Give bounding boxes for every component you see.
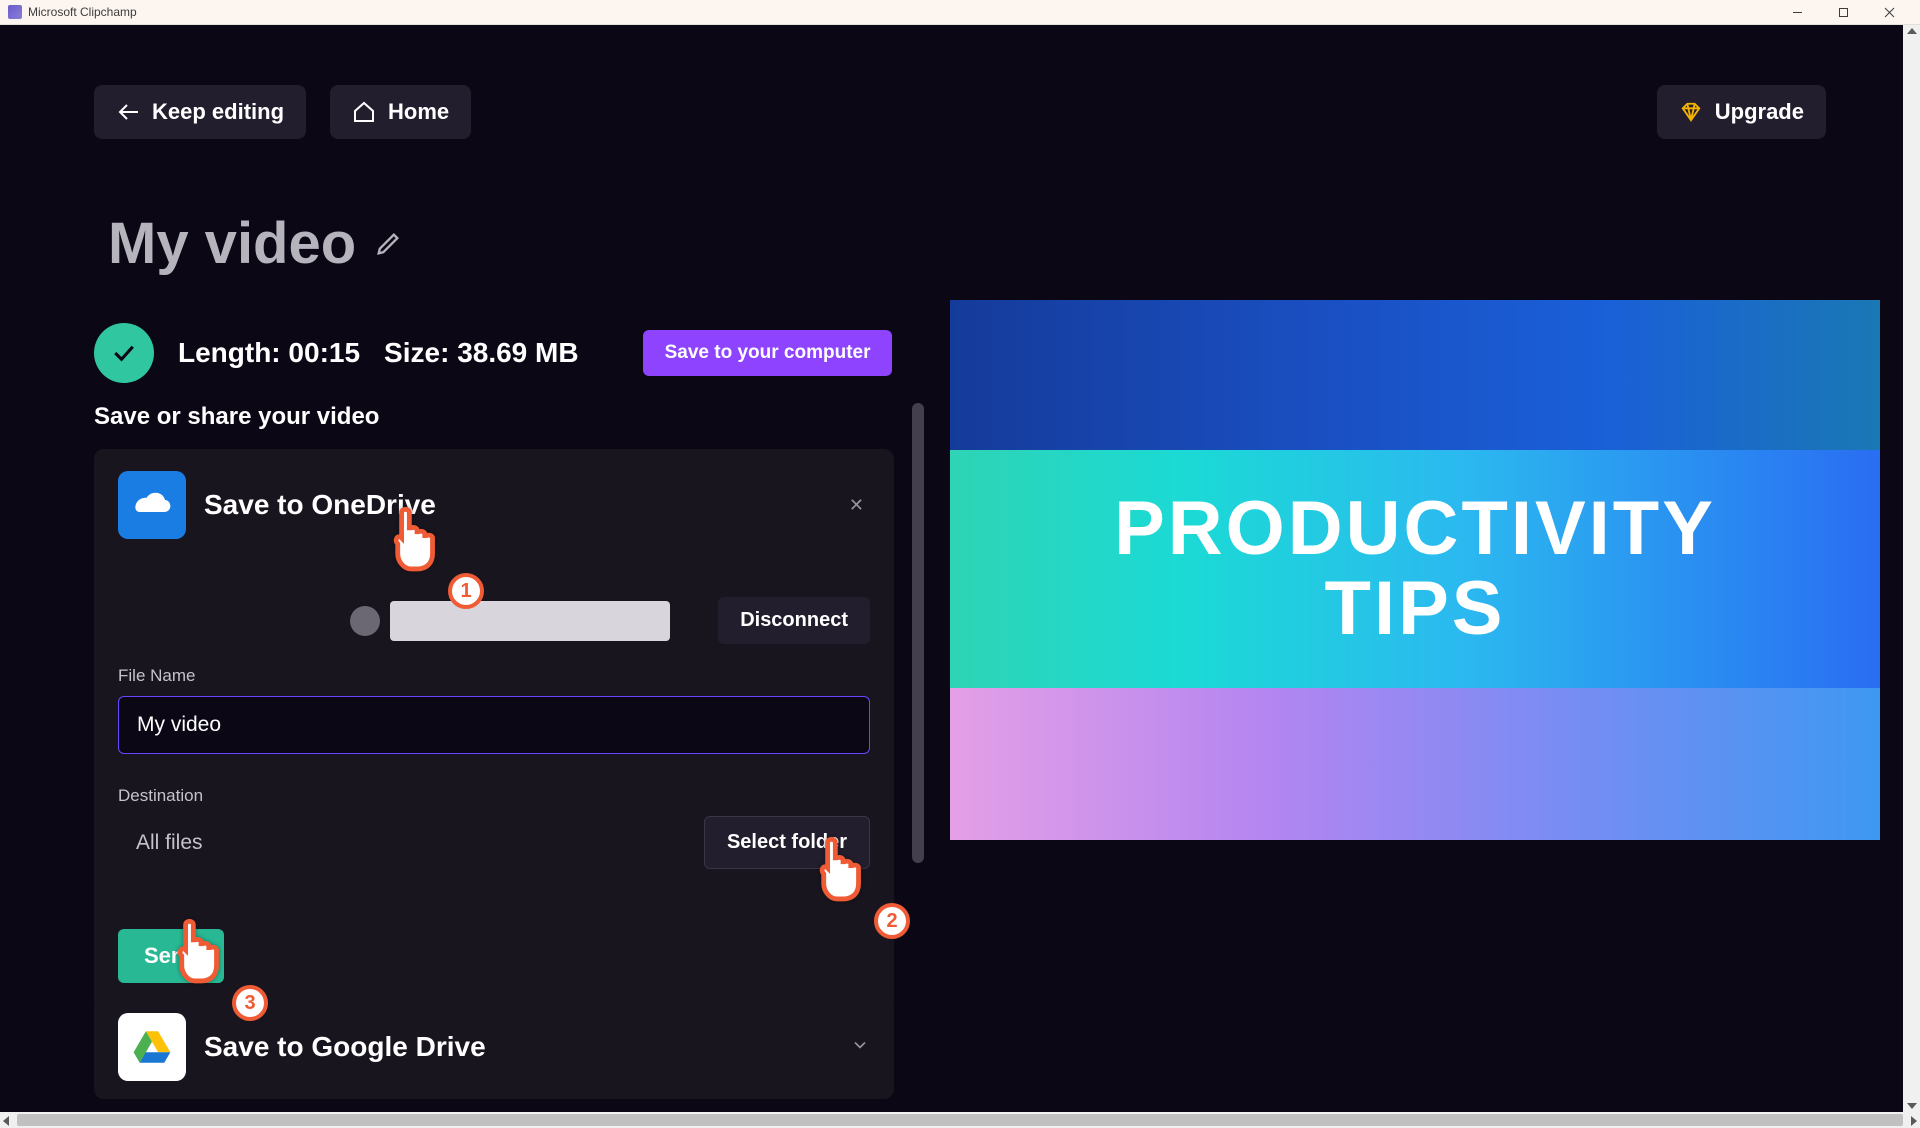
check-icon [94, 323, 154, 383]
save-share-heading: Save or share your video [94, 403, 379, 431]
preview-text: PRODUCTIVITY TIPS [1114, 489, 1716, 649]
chevron-down-icon [850, 1035, 870, 1060]
window-minimize-button[interactable] [1774, 0, 1820, 25]
destination-row: All files Select folder [118, 816, 870, 869]
arrow-left-icon [116, 100, 140, 124]
disconnect-button[interactable]: Disconnect [718, 597, 870, 644]
account-display [390, 601, 670, 641]
file-name-label: File Name [118, 666, 870, 686]
preview-band-middle: PRODUCTIVITY TIPS [950, 450, 1880, 688]
keep-editing-label: Keep editing [152, 99, 284, 125]
google-drive-title: Save to Google Drive [204, 1031, 486, 1063]
diamond-icon [1679, 100, 1703, 124]
onedrive-icon [118, 471, 186, 539]
destination-label: Destination [118, 786, 870, 806]
keep-editing-button[interactable]: Keep editing [94, 85, 306, 139]
window-maximize-button[interactable] [1820, 0, 1866, 25]
app-icon [8, 5, 22, 19]
size-text: Size: 38.69 MB [384, 337, 579, 369]
panel-scrollbar[interactable] [912, 403, 924, 863]
onedrive-panel-title: Save to OneDrive [204, 489, 436, 521]
home-icon [352, 100, 376, 124]
close-icon[interactable]: ✕ [843, 489, 870, 522]
file-name-input[interactable]: My video [118, 696, 870, 754]
horizontal-scrollbar[interactable] [0, 1112, 1920, 1128]
edit-title-button[interactable] [374, 230, 402, 258]
home-label: Home [388, 99, 449, 125]
home-button[interactable]: Home [330, 85, 471, 139]
google-drive-panel[interactable]: Save to Google Drive [94, 995, 894, 1099]
header-bar: Keep editing Home Upgrade [94, 85, 1826, 139]
vertical-scrollbar[interactable] [1903, 25, 1920, 1112]
send-button[interactable]: Send [118, 929, 224, 983]
status-row: Length: 00:15 Size: 38.69 MB Save to you… [94, 323, 892, 383]
preview-band-top [950, 300, 1880, 450]
video-preview: PRODUCTIVITY TIPS [950, 300, 1880, 840]
avatar [350, 606, 380, 636]
account-row: Disconnect [118, 597, 870, 644]
video-title-row: My video [108, 210, 402, 277]
window-title: Microsoft Clipchamp [28, 5, 1774, 19]
onedrive-panel-header: Save to OneDrive ✕ [118, 471, 870, 539]
app-body: Keep editing Home Upgrade My video Lengt… [0, 25, 1920, 1112]
upgrade-button[interactable]: Upgrade [1657, 85, 1826, 139]
length-text: Length: 00:15 [178, 337, 360, 369]
preview-band-bottom [950, 688, 1880, 840]
video-title: My video [108, 210, 356, 277]
window-close-button[interactable] [1866, 0, 1912, 25]
window-titlebar: Microsoft Clipchamp [0, 0, 1920, 25]
google-drive-icon [118, 1013, 186, 1081]
select-folder-button[interactable]: Select folder [704, 816, 870, 869]
destination-value: All files [118, 831, 203, 855]
horizontal-scrollbar-thumb[interactable] [17, 1114, 1903, 1126]
upgrade-label: Upgrade [1715, 99, 1804, 125]
file-name-value: My video [137, 713, 221, 737]
onedrive-panel: Save to OneDrive ✕ Disconnect File Name … [94, 449, 894, 1009]
save-to-computer-button[interactable]: Save to your computer [643, 330, 893, 376]
